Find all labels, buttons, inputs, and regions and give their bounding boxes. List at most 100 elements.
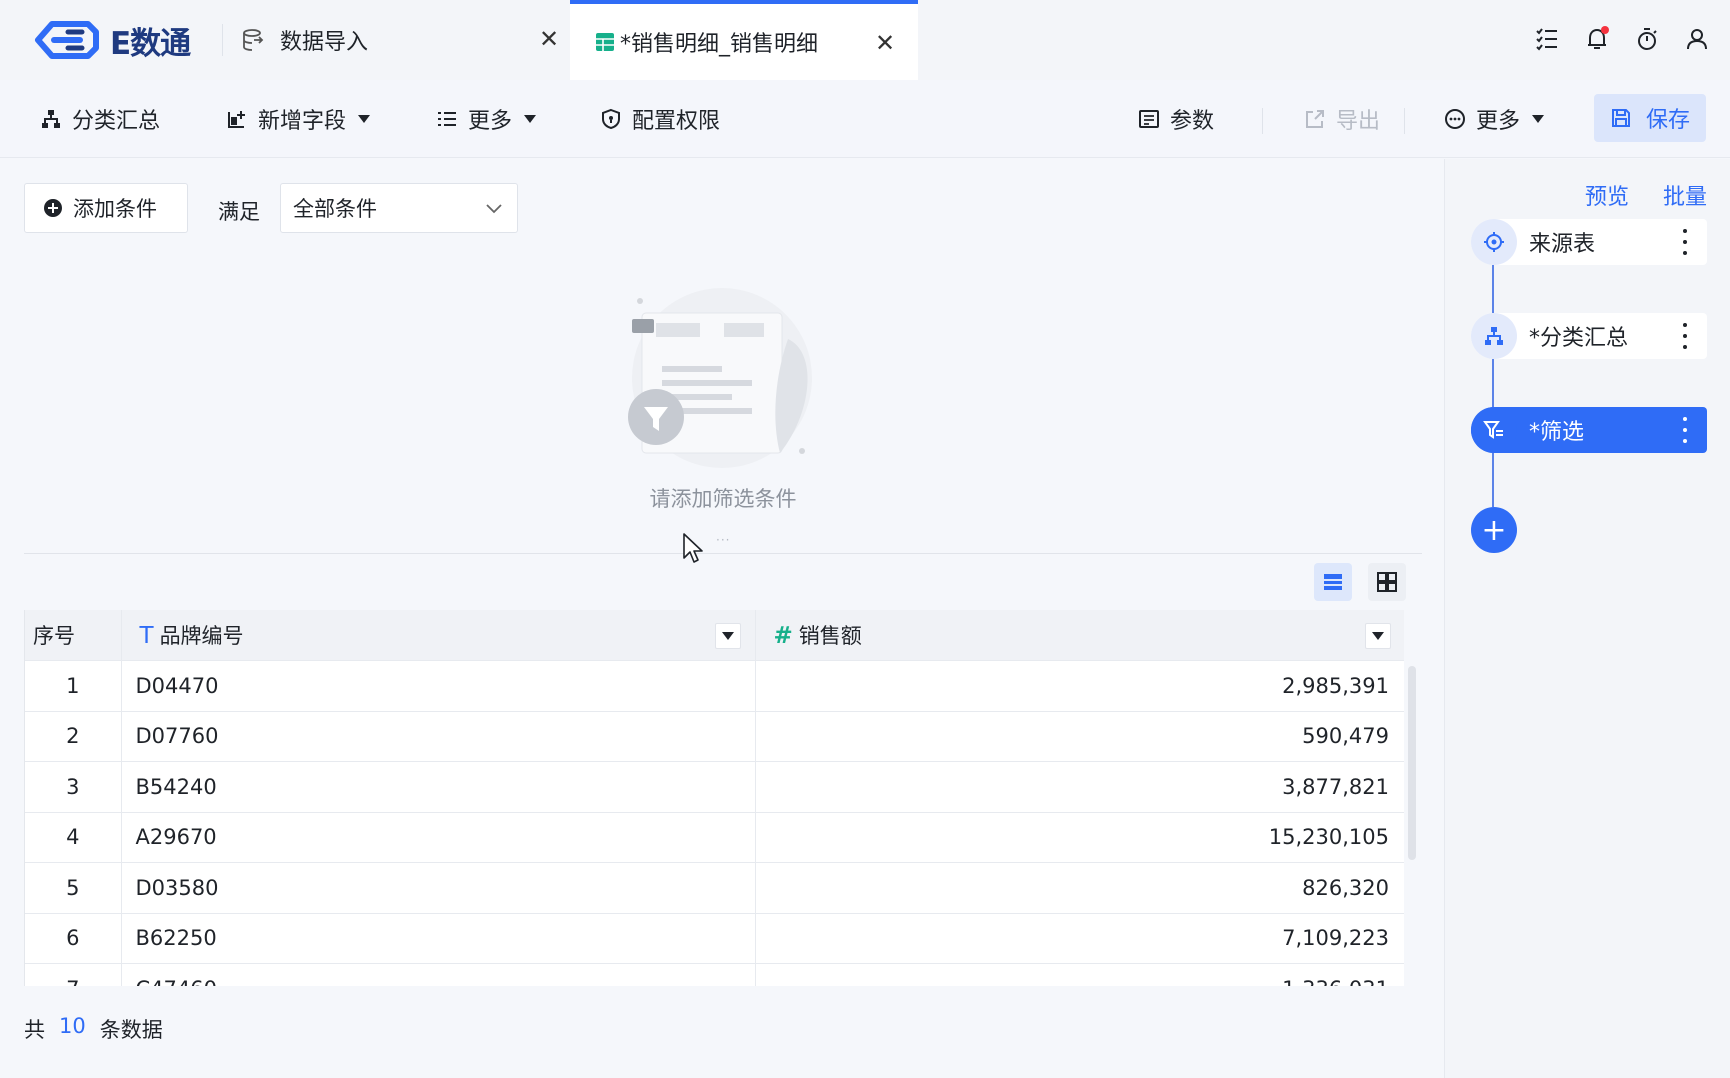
data-table: 序号 T 品牌编号 # 销售额 1 D04470 2,985,391 2 D07760 59… [24, 610, 1404, 986]
empty-state-text: 请添加筛选条件 [649, 487, 797, 511]
more-options-button[interactable]: 更多 [1444, 96, 1545, 142]
list-view-icon [1324, 574, 1342, 590]
toolbar: 分类汇总 新增字段 更多 配置权限 参数 导出 更多 [0, 80, 1730, 158]
grid-view-icon [1377, 572, 1397, 592]
group-summary-button[interactable]: 分类汇总 [40, 96, 160, 142]
flow-node-source-table[interactable]: 来源表 [1471, 219, 1707, 265]
tab-label: *销售明细_销售明细 [620, 32, 819, 57]
toolbar-divider [1404, 108, 1405, 134]
condition-mode-value: 全部条件 [293, 197, 377, 221]
mouse-cursor-icon [683, 533, 703, 563]
notification-dot [1601, 26, 1609, 34]
save-label: 保存 [1645, 108, 1690, 133]
list-icon [438, 112, 456, 126]
tab-data-import[interactable]: 数据导入 ✕ [238, 0, 568, 80]
text-type-icon: T [139, 623, 154, 649]
sheet-icon [596, 33, 614, 51]
preview-link[interactable]: 预览 [1585, 179, 1629, 211]
flow-panel: 预览 批量 来源表 *分类汇总 *筛选 + [1444, 159, 1730, 1078]
more-vertical-icon[interactable] [1681, 323, 1689, 349]
more-right-label: 更多 [1476, 109, 1521, 134]
task-list-icon[interactable] [1530, 22, 1564, 56]
hierarchy-icon [1471, 313, 1517, 359]
column-menu-dropdown[interactable] [1365, 623, 1391, 649]
add-field-icon [228, 111, 245, 128]
flow-node-label: 来源表 [1529, 232, 1596, 257]
flow-node-group-summary[interactable]: *分类汇总 [1471, 313, 1707, 359]
table-row[interactable]: 4 A29670 15,230,105 [25, 812, 1404, 863]
filter-icon [1471, 407, 1517, 453]
flow-connector [1492, 453, 1494, 507]
column-header-brand[interactable]: T 品牌编号 [121, 610, 756, 661]
title-bar: E数通 数据导入 ✕ *销售明细_销售明细 ✕ [0, 0, 1730, 80]
source-target-icon [1471, 219, 1517, 265]
logo-icon [35, 21, 99, 59]
grid-view-button[interactable] [1368, 563, 1406, 601]
flow-node-label: *筛选 [1529, 420, 1585, 445]
more-menu-button[interactable]: 更多 [436, 96, 537, 142]
record-count: 共 10 条数据 [24, 1014, 163, 1042]
hierarchy-icon [42, 110, 60, 128]
table-row[interactable]: 5 D03580 826,320 [25, 862, 1404, 914]
group-summary-label: 分类汇总 [72, 109, 161, 134]
params-button[interactable]: 参数 [1138, 96, 1214, 142]
add-field-label: 新增字段 [258, 109, 347, 134]
add-field-button[interactable]: 新增字段 [226, 96, 371, 142]
save-icon [1611, 109, 1630, 127]
satisfy-label: 满足 [218, 200, 260, 224]
column-header-seq: 序号 [25, 610, 122, 661]
flow-connector [1492, 265, 1494, 313]
tab-close-icon[interactable]: ✕ [534, 24, 564, 54]
table-row[interactable]: 6 B62250 7,109,223 [25, 913, 1404, 964]
logo-divider [222, 24, 223, 56]
export-icon [1306, 110, 1324, 128]
params-icon [1139, 110, 1159, 128]
export-button[interactable]: 导出 [1304, 96, 1380, 142]
notification-bell-icon[interactable] [1580, 22, 1614, 56]
logo-text: E数通 [110, 25, 191, 62]
column-menu-dropdown[interactable] [714, 623, 741, 649]
condition-mode-select[interactable]: 全部条件 [280, 183, 518, 233]
shield-icon [602, 108, 620, 130]
add-condition-label: 添加条件 [73, 197, 157, 221]
toolbar-divider [1262, 108, 1263, 134]
number-type-icon: # [773, 623, 793, 649]
save-button[interactable]: 保存 [1594, 94, 1706, 142]
user-icon[interactable] [1680, 22, 1714, 56]
ellipsis-circle-icon [1445, 109, 1465, 129]
table-row[interactable]: 7C474601,336,031 [25, 963, 1404, 986]
add-condition-button[interactable]: 添加条件 [24, 183, 188, 233]
table-header-row: 序号 T 品牌编号 # 销售额 [25, 610, 1404, 661]
flow-node-label: *分类汇总 [1529, 326, 1629, 351]
panel-divider[interactable] [24, 553, 1422, 554]
empty-filter-illustration-icon [628, 288, 812, 468]
more-vertical-icon[interactable] [1681, 417, 1689, 443]
caret-down-icon [358, 115, 371, 123]
batch-link[interactable]: 批量 [1663, 179, 1707, 211]
table-row[interactable]: 1 D04470 2,985,391 [25, 660, 1404, 712]
more-vertical-icon[interactable] [1681, 229, 1689, 255]
caret-down-icon [1372, 632, 1384, 640]
permission-button[interactable]: 配置权限 [600, 96, 720, 142]
tab-close-icon[interactable]: ✕ [870, 28, 900, 58]
top-right-tools [1530, 22, 1730, 56]
table-scrollbar[interactable] [1408, 666, 1416, 860]
table-row[interactable]: 2 D07760 590,479 [25, 711, 1404, 762]
caret-down-icon [1532, 115, 1545, 123]
add-step-button[interactable]: + [1471, 507, 1517, 553]
resize-handle[interactable]: ··· [716, 533, 730, 547]
more-label: 更多 [468, 109, 513, 134]
permission-label: 配置权限 [632, 109, 721, 134]
chevron-down-icon [486, 204, 502, 214]
record-count-value: 10 [59, 1014, 86, 1038]
timer-icon[interactable] [1630, 22, 1664, 56]
plus-circle-icon [44, 199, 62, 217]
list-view-button[interactable] [1314, 563, 1352, 601]
column-header-sales[interactable]: # 销售额 [755, 610, 1404, 661]
table-row[interactable]: 3 B54240 3,877,821 [25, 761, 1404, 813]
caret-down-icon [524, 115, 537, 123]
flow-node-filter[interactable]: *筛选 [1471, 407, 1707, 453]
flow-connector [1492, 359, 1494, 407]
params-label: 参数 [1170, 109, 1215, 134]
tab-sales-detail[interactable]: *销售明细_销售明细 ✕ [570, 0, 918, 80]
